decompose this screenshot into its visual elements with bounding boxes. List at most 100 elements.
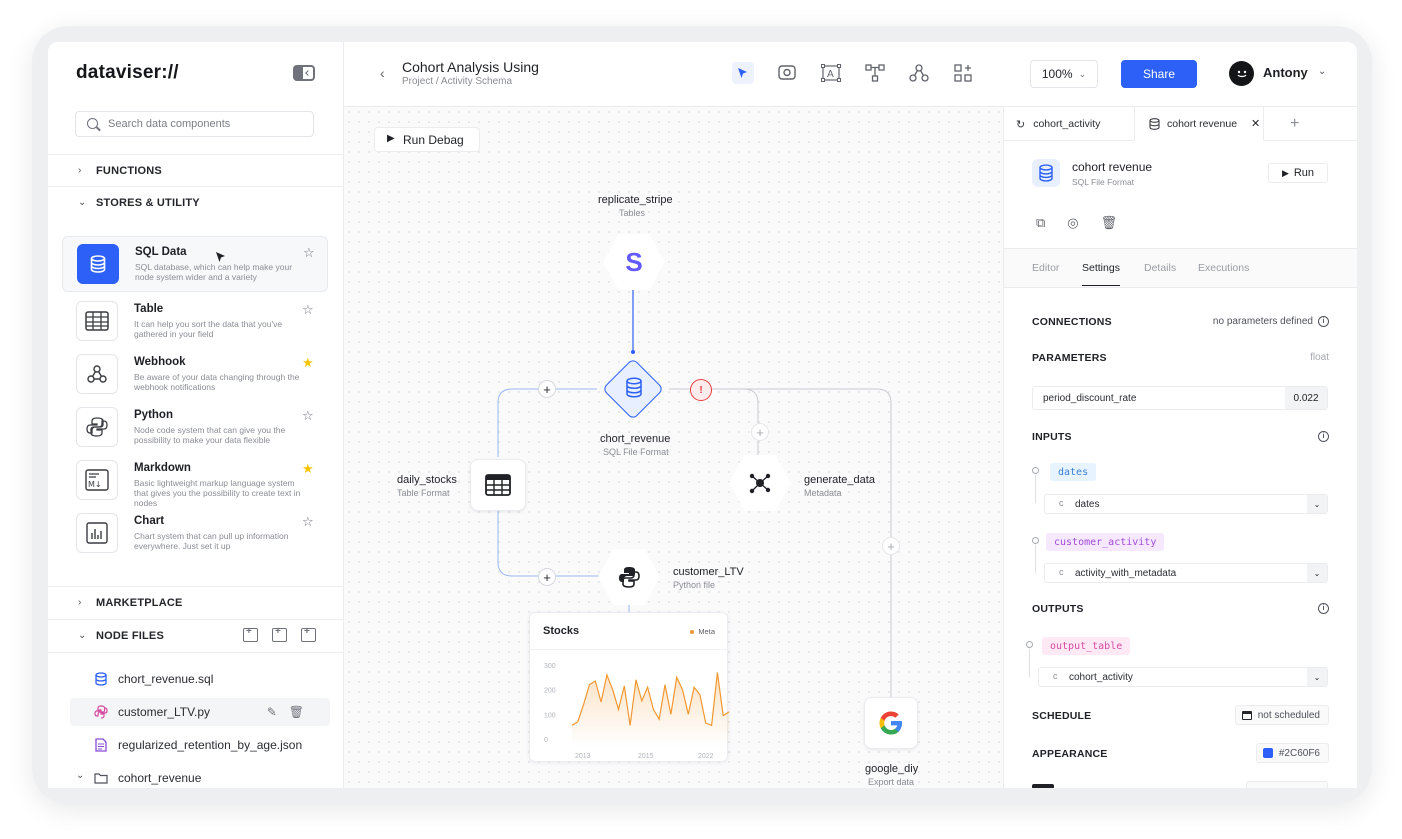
connector-line bbox=[1035, 475, 1036, 503]
appearance-color-picker[interactable]: #2C60F6 bbox=[1255, 743, 1329, 763]
markdown-icon: M↓ bbox=[76, 460, 118, 500]
tab-details[interactable]: Details bbox=[1144, 262, 1176, 274]
refresh-icon: ↻ bbox=[1016, 118, 1026, 131]
chevron-down-icon: ⌄ bbox=[1307, 495, 1327, 513]
avatar[interactable] bbox=[1229, 61, 1254, 86]
file-item[interactable]: chort_revenue.sql bbox=[70, 665, 330, 693]
text-icon[interactable]: A bbox=[820, 62, 842, 84]
info-icon[interactable]: i bbox=[1318, 431, 1329, 442]
y-tick-label: 0 bbox=[544, 737, 548, 744]
tab-cohort-revenue[interactable]: cohort revenue ✕ bbox=[1134, 107, 1264, 141]
schedule-button[interactable]: not scheduled bbox=[1234, 705, 1329, 725]
duplicate-icon[interactable]: ⧉ bbox=[1036, 215, 1045, 231]
stocks-chart-card[interactable]: Stocks Meta 300 200 100 0 2013 2015 2022 bbox=[529, 612, 729, 762]
component-table[interactable]: Table It can help you sort the data that… bbox=[62, 294, 328, 350]
parameter-row[interactable]: period_discount_rate 0.022 bbox=[1032, 386, 1328, 410]
component-chart[interactable]: Chart Chart system that can pull up info… bbox=[62, 506, 328, 562]
flow-canvas[interactable]: Run Debag replicate_stripe Tables S chor… bbox=[344, 107, 1003, 788]
star-icon[interactable]: ☆ bbox=[303, 245, 315, 261]
component-markdown[interactable]: M↓ Markdown Basic lightweight markup lan… bbox=[62, 453, 328, 509]
divider bbox=[530, 649, 729, 650]
add-node-button[interactable]: + bbox=[538, 568, 556, 586]
share-button[interactable]: Share bbox=[1121, 60, 1197, 88]
breadcrumb[interactable]: Project / Activity Schema bbox=[402, 76, 512, 87]
tab-settings[interactable]: Settings bbox=[1082, 262, 1120, 286]
star-icon[interactable]: ☆ bbox=[302, 302, 314, 318]
back-arrow-icon[interactable]: ‹ bbox=[380, 65, 385, 81]
component-title: Chart bbox=[134, 515, 165, 527]
trash-icon[interactable]: 🗑 bbox=[1101, 215, 1118, 231]
network-icon[interactable] bbox=[908, 62, 930, 84]
tab-executions[interactable]: Executions bbox=[1198, 262, 1249, 274]
input-select[interactable]: c activity_with_metadata ⌄ bbox=[1044, 563, 1328, 583]
component-subtitle: SQL File Format bbox=[1072, 177, 1135, 187]
component-sql-data[interactable]: SQL Data SQL database, which can help ma… bbox=[62, 236, 328, 292]
section-node-files[interactable]: ⌄ NODE FILES bbox=[48, 619, 344, 651]
star-icon[interactable]: ☆ bbox=[302, 514, 314, 530]
pointer-icon[interactable] bbox=[732, 62, 754, 84]
close-icon[interactable]: ✕ bbox=[1251, 117, 1260, 130]
component-title: Table bbox=[134, 303, 164, 315]
user-name[interactable]: Antony bbox=[1263, 65, 1308, 80]
add-node-button[interactable]: + bbox=[538, 380, 556, 398]
components-icon[interactable] bbox=[952, 62, 974, 84]
edit-icon[interactable]: ✎ bbox=[267, 705, 289, 719]
node-daily-stocks[interactable] bbox=[470, 459, 526, 511]
node-label: chort_revenue bbox=[600, 433, 671, 445]
folder-item[interactable]: ⌄ cohort_revenue bbox=[70, 764, 330, 788]
webhook-icon bbox=[76, 354, 118, 394]
tab-editor[interactable]: Editor bbox=[1032, 262, 1059, 274]
section-stores-utility[interactable]: ⌄ STORES & UTILITY bbox=[48, 186, 344, 218]
info-icon[interactable]: i bbox=[1318, 316, 1329, 327]
search-input[interactable]: Search data components bbox=[75, 111, 314, 137]
node-label: google_diy bbox=[865, 763, 919, 775]
output-tag: output_table bbox=[1042, 637, 1131, 655]
x-tick-label: 2013 bbox=[575, 753, 591, 760]
json-file-icon bbox=[95, 738, 107, 752]
chart-legend: Meta bbox=[690, 627, 715, 636]
add-node-button[interactable]: + bbox=[882, 537, 900, 555]
node-sublabel: Export data bbox=[868, 777, 915, 787]
chevron-down-icon[interactable]: ⌄ bbox=[1318, 66, 1326, 77]
file-name: chort_revenue.sql bbox=[118, 672, 214, 686]
component-title: cohort revenue bbox=[1072, 160, 1153, 174]
zoom-select[interactable]: 100% ⌄ bbox=[1030, 60, 1098, 88]
component-title: Webhook bbox=[134, 356, 186, 368]
star-filled-icon[interactable]: ★ bbox=[302, 461, 314, 477]
preview-icon[interactable]: ◎ bbox=[1067, 215, 1078, 231]
chart-title: Stocks bbox=[543, 625, 580, 637]
parameter-value[interactable]: 0.022 bbox=[1285, 387, 1327, 409]
collapse-sidebar-icon[interactable] bbox=[293, 65, 315, 81]
star-icon[interactable]: ☆ bbox=[302, 408, 314, 424]
section-marketplace[interactable]: › MARKETPLACE bbox=[48, 586, 344, 618]
tab-cohort-activity[interactable]: ↻ cohort_activity bbox=[1016, 107, 1132, 141]
info-icon[interactable]: i bbox=[1318, 603, 1329, 614]
hierarchy-icon[interactable] bbox=[864, 62, 886, 84]
app-logo: dataviser:// bbox=[76, 62, 179, 83]
component-python[interactable]: Python Node code system that can give yo… bbox=[62, 400, 328, 456]
file-item[interactable]: customer_LTV.py ✎🗑 bbox=[70, 698, 330, 726]
outputs-info: i bbox=[1318, 603, 1329, 614]
trash-icon[interactable]: 🗑 bbox=[289, 705, 316, 719]
component-webhook[interactable]: Webhook Be aware of your data changing t… bbox=[62, 347, 328, 403]
section-label: NODE FILES bbox=[96, 629, 165, 642]
new-tab-plus-icon[interactable]: + bbox=[1290, 107, 1299, 141]
upload-icon[interactable] bbox=[301, 626, 316, 642]
connector-line bbox=[1029, 649, 1030, 677]
file-item[interactable]: regularized_retention_by_age.json bbox=[70, 731, 330, 759]
node-sublabel: Table Format bbox=[397, 488, 450, 498]
input-select[interactable]: c dates ⌄ bbox=[1044, 494, 1328, 514]
node-google-diy[interactable] bbox=[864, 697, 918, 749]
new-folder-icon[interactable] bbox=[272, 626, 287, 642]
star-filled-icon[interactable]: ★ bbox=[302, 355, 314, 371]
run-button[interactable]: ▶ Run bbox=[1268, 163, 1328, 183]
comment-icon[interactable] bbox=[776, 62, 798, 84]
component-title: Python bbox=[134, 409, 173, 421]
add-node-button[interactable]: + bbox=[751, 423, 769, 441]
connections-value: no parameters defined i bbox=[1213, 316, 1329, 327]
warning-icon[interactable]: ! bbox=[690, 379, 712, 401]
section-functions[interactable]: › FUNCTIONS bbox=[48, 154, 344, 186]
output-select[interactable]: c cohort_activity ⌄ bbox=[1038, 667, 1328, 687]
chevron-down-icon: ⌄ bbox=[76, 770, 85, 781]
new-file-icon[interactable] bbox=[243, 626, 258, 642]
